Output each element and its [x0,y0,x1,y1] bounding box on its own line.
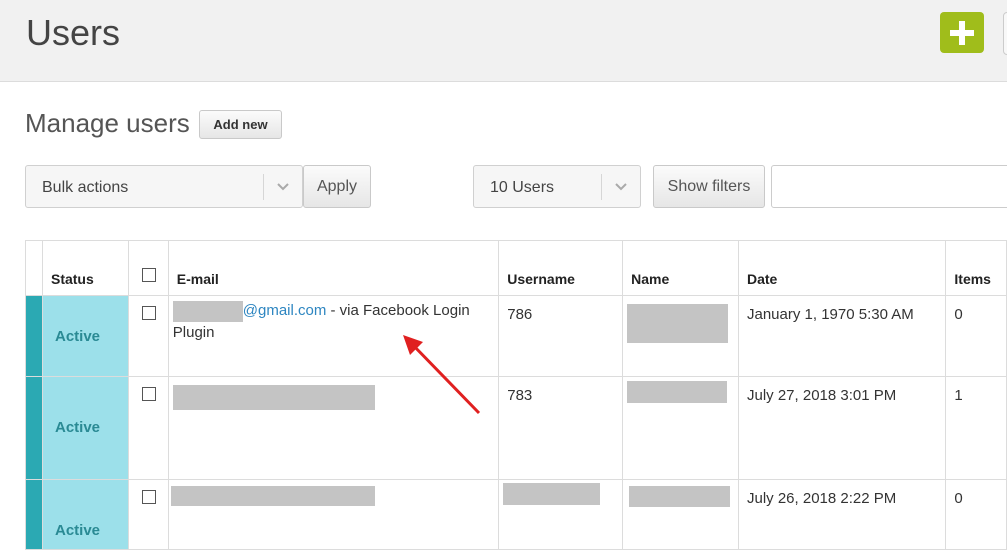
date-cell: July 26, 2018 2:22 PM [737,479,947,550]
table-row[interactable]: Active @gmail.com - via Facebook Login P… [25,295,1007,377]
bulk-actions-select[interactable]: Bulk actions [25,165,303,208]
header-extra-button[interactable] [1003,12,1007,55]
redacted-block [627,381,728,403]
column-header-date[interactable]: Date [737,240,947,296]
username-cell [498,479,624,550]
username-cell: 783 [498,376,624,480]
status-indicator [25,479,43,550]
row-checkbox[interactable] [141,490,156,504]
redacted-block [170,486,375,506]
table-header-row: Status E-mail Username Name Date Items [25,240,1007,296]
column-header-items[interactable]: Items [945,240,1007,296]
page-header: Users [0,0,1007,82]
column-header-name[interactable]: Name [622,240,739,296]
per-page-select[interactable]: 10 Users [473,165,641,208]
chevron-down-icon [277,183,289,191]
name-cell [622,376,739,480]
plus-icon [950,20,974,45]
per-page-value: 10 Users [490,179,555,196]
select-all-checkbox[interactable] [141,268,156,282]
page-title: Users [26,12,121,53]
items-cell: 1 [945,376,1007,480]
date-cell: January 1, 1970 5:30 AM [737,295,947,377]
redacted-block [503,483,601,505]
status-badge: Active [54,328,101,345]
status-cell: Active [41,479,130,550]
email-link[interactable]: @gmail.com [243,302,327,319]
column-header-status[interactable]: Status [41,240,130,296]
section-title: Manage users [25,108,190,138]
items-cell: 0 [945,295,1007,377]
name-cell [622,479,739,550]
bulk-actions-value: Bulk actions [42,179,129,196]
row-checkbox[interactable] [141,387,156,401]
table-row[interactable]: Active July 26, 2018 2:22 PM 0 [25,479,1007,550]
annotation-arrow-icon [403,335,481,415]
status-cell: Active [41,376,130,480]
status-badge: Active [54,522,101,539]
users-table: Status E-mail Username Name Date Items A… [25,240,1007,550]
status-indicator-header [25,240,43,296]
add-new-button[interactable]: Add new [199,110,282,139]
username-cell: 786 [498,295,624,377]
redacted-block [172,385,375,410]
redacted-block [629,486,731,507]
status-cell: Active [41,295,130,377]
status-badge: Active [54,419,101,436]
search-input[interactable] [771,165,1007,208]
date-cell: July 27, 2018 3:01 PM [737,376,947,480]
add-user-button[interactable] [940,12,984,53]
redacted-block [627,304,729,343]
column-header-select [128,240,169,296]
status-indicator [25,295,43,377]
email-cell [167,479,500,550]
column-header-username[interactable]: Username [498,240,624,296]
status-indicator [25,376,43,480]
chevron-down-icon [615,183,627,191]
table-row[interactable]: Active 783 July 27, 2018 3:01 PM 1 [25,376,1007,480]
redacted-block [172,300,243,322]
column-header-email[interactable]: E-mail [167,240,500,296]
items-cell: 0 [945,479,1007,550]
name-cell [622,295,739,377]
show-filters-button[interactable]: Show filters [653,165,765,208]
apply-button[interactable]: Apply [303,165,371,208]
row-checkbox[interactable] [141,306,156,320]
